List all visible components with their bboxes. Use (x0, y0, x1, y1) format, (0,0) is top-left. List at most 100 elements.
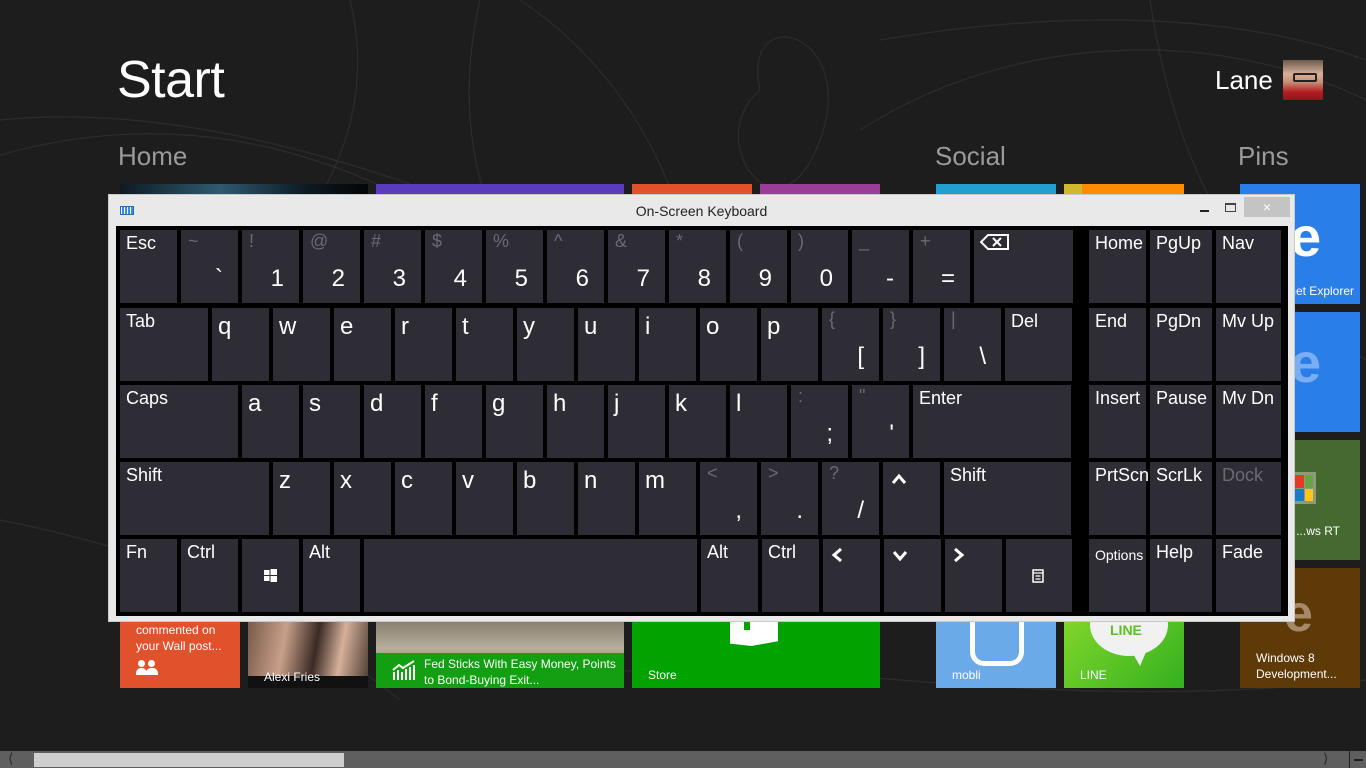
key-q[interactable]: q (212, 308, 269, 381)
key-fn[interactable]: Fn (120, 539, 177, 612)
horizontal-scrollbar[interactable]: ⟨ ⟩ (0, 751, 1366, 768)
key-symbol[interactable]: @2 (303, 230, 360, 303)
osk-titlebar[interactable]: On-Screen Keyboard × (109, 195, 1294, 225)
key-symbol[interactable]: {[ (822, 308, 879, 381)
tile-store[interactable]: Store (632, 622, 880, 688)
key-symbol[interactable]: % 5 (486, 230, 543, 303)
key-symbol[interactable]: | \ (944, 308, 1001, 381)
tile-news[interactable]: Fed Sticks With Easy Money, Points to Bo… (376, 622, 624, 688)
key-arrow-right[interactable] (945, 539, 1002, 612)
key-l[interactable]: l (730, 385, 787, 458)
minimize-button[interactable] (1191, 197, 1217, 217)
key-backspace[interactable] (974, 230, 1073, 303)
key-tab[interactable]: Tab (120, 308, 208, 381)
key-mv-up[interactable]: Mv Up (1216, 308, 1281, 381)
key-n[interactable]: n (578, 462, 635, 535)
key-w[interactable]: w (273, 308, 330, 381)
key-symbol[interactable]: >. (761, 462, 818, 535)
key-fade[interactable]: Fade (1216, 539, 1281, 612)
key-t[interactable]: t (456, 308, 513, 381)
key-symbol[interactable]: + = (913, 230, 970, 303)
key-enter[interactable]: Enter (913, 385, 1071, 458)
key-caps[interactable]: Caps (120, 385, 238, 458)
key-prtscn[interactable]: PrtScn (1089, 462, 1149, 535)
key-p[interactable]: p (761, 308, 818, 381)
key-arrow-left[interactable] (823, 539, 880, 612)
group-title-home[interactable]: Home (118, 141, 187, 172)
on-screen-keyboard-window[interactable]: On-Screen Keyboard × Esc ~ `! 1 @2 #3 $4% 5 ^ 6 & 7… (108, 194, 1295, 622)
maximize-button[interactable] (1217, 197, 1243, 217)
key-symbol[interactable]: <, (700, 462, 757, 535)
key-help[interactable]: Help (1150, 539, 1212, 612)
key-context-menu[interactable] (1006, 539, 1072, 612)
key-f[interactable]: f (425, 385, 482, 458)
key-o[interactable]: o (700, 308, 757, 381)
key-arrow-up[interactable] (883, 462, 940, 535)
key-y[interactable]: y (517, 308, 574, 381)
group-title-pins[interactable]: Pins (1238, 141, 1289, 172)
key-symbol[interactable]: ? / (822, 462, 879, 535)
key-v[interactable]: v (456, 462, 513, 535)
key-esc[interactable]: Esc (120, 230, 177, 303)
key-c[interactable]: c (395, 462, 452, 535)
key-u[interactable]: u (578, 308, 635, 381)
key-pause[interactable]: Pause (1150, 385, 1212, 458)
key-a[interactable]: a (242, 385, 299, 458)
key-h[interactable]: h (547, 385, 604, 458)
key-shift[interactable]: Shift (120, 462, 269, 535)
key-symbol[interactable]: (9 (730, 230, 787, 303)
tile-photos[interactable]: Alexi Fries (248, 622, 368, 688)
key-pgup[interactable]: PgUp (1150, 230, 1212, 303)
tile-facebook[interactable]: commented on your Wall post... (120, 622, 240, 688)
key-windows-logo[interactable] (242, 539, 299, 612)
key-pgdn[interactable]: PgDn (1150, 308, 1212, 381)
scroll-right-icon[interactable]: ⟩ (1323, 751, 1328, 767)
key-m[interactable]: m (639, 462, 696, 535)
key-symbol[interactable]: ^ 6 (547, 230, 604, 303)
key-mv-dn[interactable]: Mv Dn (1216, 385, 1281, 458)
key-end[interactable]: End (1089, 308, 1146, 381)
key-symbol[interactable]: }] (883, 308, 940, 381)
key-alt[interactable]: Alt (303, 539, 360, 612)
scroll-left-icon[interactable]: ⟨ (8, 751, 13, 767)
key-x[interactable]: x (334, 462, 391, 535)
key-symbol[interactable]: " ' (852, 385, 909, 458)
key-shift[interactable]: Shift (944, 462, 1071, 535)
key-d[interactable]: d (364, 385, 421, 458)
key-symbol[interactable]: ) 0 (791, 230, 848, 303)
key-symbol[interactable]: #3 (364, 230, 421, 303)
key-e[interactable]: e (334, 308, 391, 381)
key-b[interactable]: b (517, 462, 574, 535)
key-s[interactable]: s (303, 385, 360, 458)
key-symbol[interactable]: ! 1 (242, 230, 299, 303)
key-symbol[interactable]: * 8 (669, 230, 726, 303)
scrollbar-thumb[interactable] (34, 753, 344, 767)
key-scrlk[interactable]: ScrLk (1150, 462, 1212, 535)
key-ctrl[interactable]: Ctrl (762, 539, 819, 612)
key-i[interactable]: i (639, 308, 696, 381)
key-alt[interactable]: Alt (701, 539, 758, 612)
key-symbol[interactable]: $4 (425, 230, 482, 303)
key-k[interactable]: k (669, 385, 726, 458)
key-symbol[interactable]: & 7 (608, 230, 665, 303)
tile-mobli[interactable]: mobli (936, 622, 1056, 688)
key-symbol[interactable]: _ - (852, 230, 909, 303)
key-space[interactable] (364, 539, 697, 612)
close-button[interactable]: × (1244, 197, 1290, 217)
key-symbol[interactable]: ~ ` (181, 230, 238, 303)
key-ctrl[interactable]: Ctrl (181, 539, 238, 612)
key-nav[interactable]: Nav (1216, 230, 1281, 303)
tile-line[interactable]: LINE LINE (1064, 622, 1184, 688)
key-options[interactable]: Options (1089, 539, 1146, 612)
key-symbol[interactable]: :; (791, 385, 848, 458)
key-j[interactable]: j (608, 385, 665, 458)
user-account[interactable]: Lane (1215, 60, 1323, 100)
key-r[interactable]: r (395, 308, 452, 381)
semantic-zoom-button[interactable] (1349, 751, 1366, 768)
key-insert[interactable]: Insert (1089, 385, 1146, 458)
key-del[interactable]: Del (1005, 308, 1072, 381)
group-title-social[interactable]: Social (935, 141, 1006, 172)
key-g[interactable]: g (486, 385, 543, 458)
key-arrow-down[interactable] (884, 539, 941, 612)
key-home[interactable]: Home (1089, 230, 1146, 303)
